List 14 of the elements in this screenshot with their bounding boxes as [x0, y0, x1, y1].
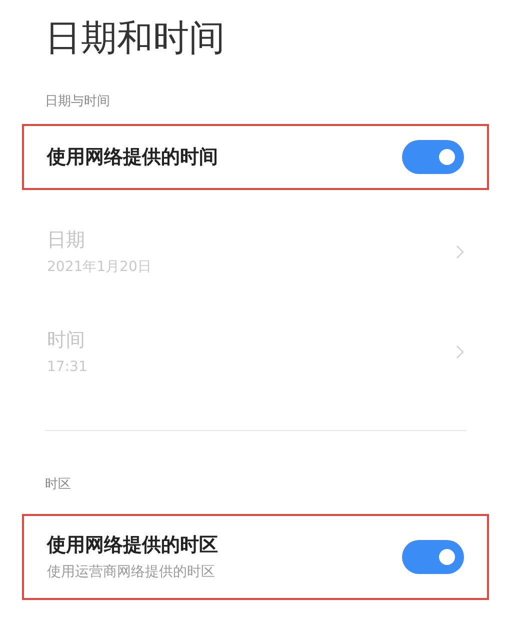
chevron-icon: [456, 244, 464, 258]
section-header: 日期与时间: [44, 93, 111, 111]
row-label: 日期: [47, 228, 86, 252]
chevron-icon: [456, 344, 464, 358]
row-value: 使用运营商网络提供的时区: [47, 563, 216, 582]
row-label: 使用网络提供的时区: [47, 533, 218, 558]
settings-row[interactable]: 使用网络提供的时间: [22, 124, 489, 190]
toggle-switch[interactable]: [402, 540, 464, 574]
settings-row[interactable]: 使用网络提供的时区 使用运营商网络提供的时区: [22, 514, 489, 600]
page-title: 日期和时间: [44, 17, 226, 61]
toggle-switch[interactable]: [402, 140, 464, 174]
row-label: 使用网络提供的时间: [47, 144, 218, 170]
row-label: 时间: [47, 328, 86, 352]
section-header: 时区: [44, 476, 72, 494]
